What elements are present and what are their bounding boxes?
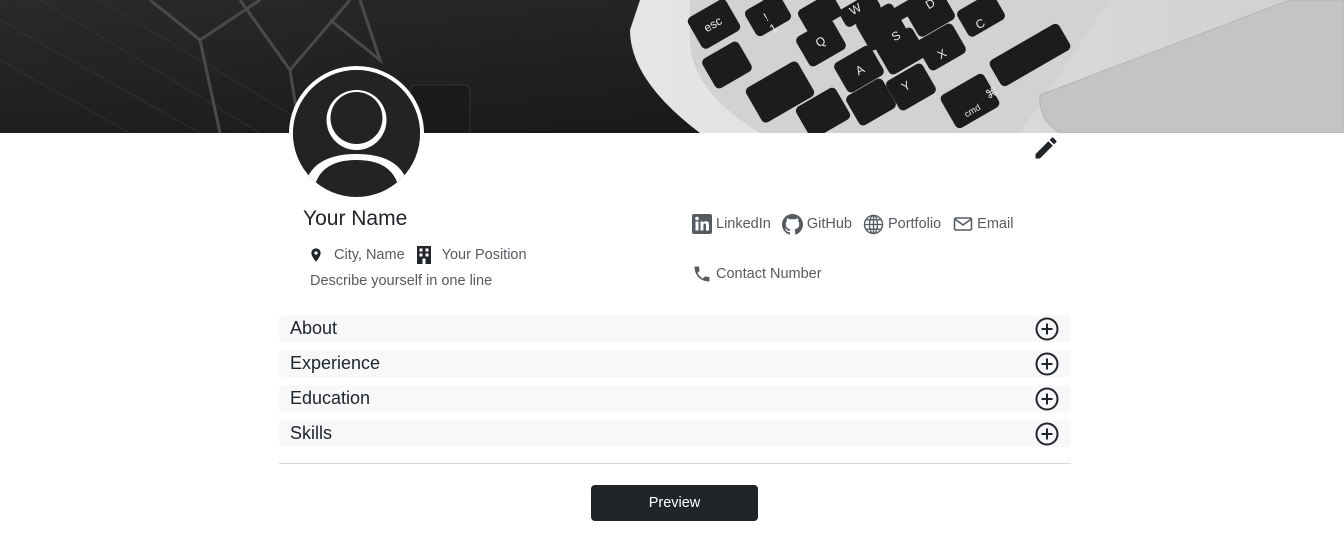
- phone-icon: [691, 263, 713, 285]
- github-label: GitHub: [806, 216, 852, 232]
- linkedin-icon: [691, 213, 713, 235]
- section-experience-label: Experience: [290, 353, 381, 373]
- github-link[interactable]: GitHub: [782, 213, 852, 235]
- section-education-label: Education: [290, 388, 371, 408]
- building-icon: [415, 245, 433, 265]
- pencil-icon: [1035, 137, 1057, 159]
- email-link[interactable]: Email: [952, 213, 1013, 235]
- contact-number-label: Contact Number: [716, 266, 822, 282]
- portfolio-link[interactable]: Portfolio: [863, 213, 941, 235]
- section-experience[interactable]: Experience: [279, 350, 1071, 377]
- section-skills-label: Skills: [290, 423, 333, 443]
- github-icon: [782, 213, 804, 235]
- avatar-icon: [293, 70, 420, 197]
- preview-button[interactable]: Preview: [591, 485, 758, 521]
- section-skills[interactable]: Skills: [279, 420, 1071, 447]
- plus-circle-icon: [1035, 422, 1059, 445]
- social-links: LinkedIn GitHub Portfolio Email: [691, 213, 1024, 235]
- profile-name: Your Name: [303, 207, 408, 230]
- section-education[interactable]: Education: [279, 385, 1071, 412]
- globe-icon: [863, 213, 885, 235]
- add-about-button[interactable]: [1034, 316, 1060, 342]
- linkedin-link[interactable]: LinkedIn: [691, 213, 771, 235]
- profile-tagline: Describe yourself in one line: [310, 273, 493, 289]
- profile-position: Your Position: [441, 247, 527, 263]
- divider: [279, 463, 1071, 464]
- profile-sections: About Experience Education Skills: [279, 315, 1071, 455]
- profile-location: City, Name: [334, 247, 405, 263]
- section-about-label: About: [290, 318, 338, 338]
- location-pin-icon: [307, 245, 325, 265]
- portfolio-label: Portfolio: [887, 216, 942, 232]
- email-label: Email: [977, 216, 1014, 232]
- add-experience-button[interactable]: [1034, 351, 1060, 377]
- contact-number-link[interactable]: Contact Number: [691, 263, 822, 285]
- plus-circle-icon: [1035, 387, 1059, 410]
- add-education-button[interactable]: [1034, 386, 1060, 412]
- cover-image: esc ! 1 Q W D A S X C Y cmd ⌘: [0, 0, 1344, 133]
- edit-profile-button[interactable]: [1032, 134, 1060, 162]
- profile-meta: City, Name Your Position: [307, 245, 537, 265]
- section-about[interactable]: About: [279, 315, 1071, 342]
- cover-banner: esc ! 1 Q W D A S X C Y cmd ⌘: [0, 0, 1344, 133]
- plus-circle-icon: [1035, 352, 1059, 375]
- plus-circle-icon: [1035, 317, 1059, 340]
- envelope-icon: [952, 213, 974, 235]
- add-skills-button[interactable]: [1034, 421, 1060, 447]
- linkedin-label: LinkedIn: [716, 216, 771, 232]
- profile-avatar[interactable]: [289, 66, 424, 201]
